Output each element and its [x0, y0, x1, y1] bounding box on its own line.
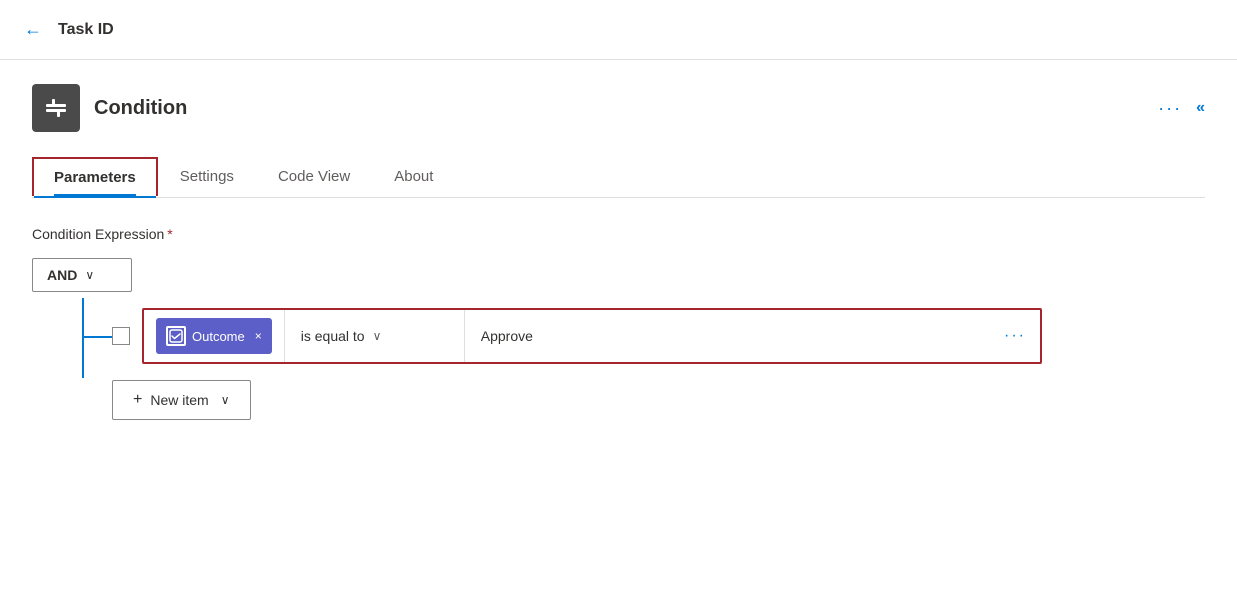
back-button[interactable]: ←	[24, 19, 42, 40]
condition-expression-label: Condition Expression*	[32, 226, 1205, 242]
collapse-button[interactable]: «	[1196, 99, 1205, 117]
new-item-label: New item	[150, 392, 208, 408]
tree-connector	[52, 308, 112, 364]
new-item-plus-icon: +	[133, 391, 142, 409]
action-title: Condition	[94, 97, 187, 120]
condition-row-box: Outcome × is equal to ∨ ···	[142, 308, 1042, 364]
tab-settings[interactable]: Settings	[158, 156, 256, 197]
operator-chevron-icon: ∨	[373, 329, 382, 343]
outcome-chip-label: Outcome	[192, 329, 245, 344]
condition-value-input[interactable]	[465, 310, 990, 362]
operator-dropdown[interactable]: is equal to ∨	[285, 310, 465, 362]
tab-about[interactable]: About	[372, 156, 455, 197]
tab-parameters[interactable]: Parameters	[32, 157, 158, 196]
outcome-chip: Outcome ×	[156, 318, 272, 354]
action-header: Condition ··· «	[32, 84, 1205, 132]
and-dropdown-chevron-icon: ∨	[85, 268, 94, 282]
outcome-chip-close-icon[interactable]: ×	[255, 329, 262, 343]
tabs-bar: Parameters Settings Code View About	[32, 156, 1205, 198]
action-header-right: ··· «	[1158, 98, 1205, 119]
vertical-line	[82, 298, 84, 378]
operator-label: is equal to	[301, 328, 365, 344]
new-item-chevron-icon: ∨	[221, 393, 230, 407]
tab-codeview[interactable]: Code View	[256, 156, 372, 197]
and-dropdown-value: AND	[47, 267, 77, 283]
required-marker: *	[167, 226, 172, 242]
outcome-chip-icon	[166, 326, 186, 346]
condition-row-ellipsis-button[interactable]: ···	[990, 310, 1040, 362]
and-dropdown[interactable]: AND ∨	[32, 258, 132, 292]
row-checkbox[interactable]	[112, 327, 130, 345]
tab-active-underline	[54, 194, 136, 196]
new-item-button[interactable]: + New item ∨	[112, 380, 251, 420]
action-header-left: Condition	[32, 84, 187, 132]
header: ← Task ID	[0, 0, 1237, 60]
main-content: Condition ··· « Parameters Settings Code…	[0, 60, 1237, 444]
horizontal-line	[82, 336, 112, 338]
back-icon: ←	[24, 19, 42, 40]
condition-icon	[32, 84, 80, 132]
page-title: Task ID	[58, 21, 114, 39]
action-ellipsis-button[interactable]: ···	[1158, 98, 1182, 119]
